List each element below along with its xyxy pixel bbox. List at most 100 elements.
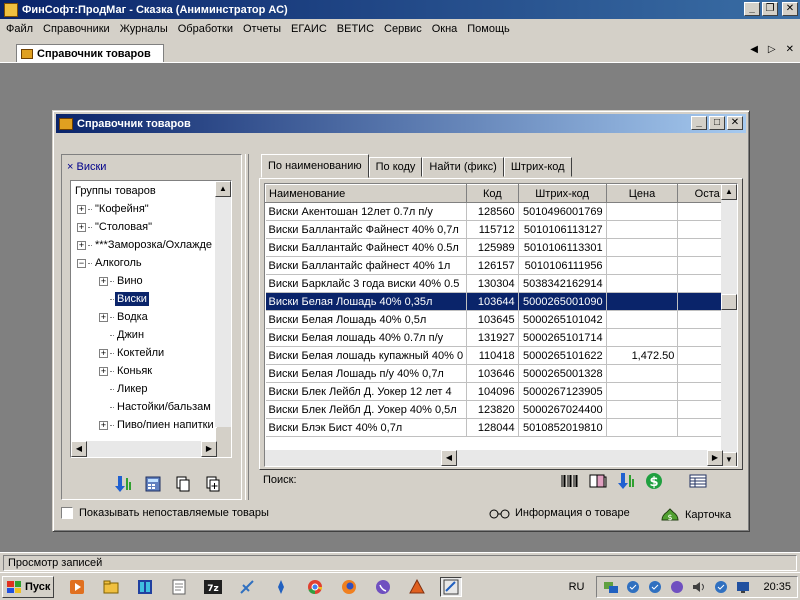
product-card-button[interactable]: $ Карточка — [661, 507, 731, 523]
menu-egais[interactable]: ЕГАИС — [287, 23, 333, 35]
network-icon[interactable] — [236, 577, 258, 597]
notepad-icon[interactable] — [168, 577, 190, 597]
media-player-icon[interactable] — [66, 577, 88, 597]
display-icon[interactable] — [735, 579, 751, 595]
table-row[interactable]: Виски Баллантайс Файнест 40% 0.5л 125989 5… — [265, 238, 737, 257]
security-shield-icon[interactable] — [625, 579, 641, 595]
menu-vetis[interactable]: ВЕТИС — [333, 23, 380, 35]
table-row[interactable]: Виски Блек Лейбл Д. Уокер 12 лет 4 104096… — [265, 382, 737, 401]
sort-down-icon[interactable] — [615, 470, 637, 492]
active-app-task-button[interactable] — [440, 577, 462, 597]
tree-node[interactable]: + Пиво/пиен напитки — [99, 416, 216, 434]
tab-next-icon[interactable]: ▷ — [768, 44, 776, 55]
grid-vertical-scrollbar[interactable]: ▲ ▼ — [721, 184, 737, 466]
update-icon[interactable] — [647, 579, 663, 595]
scroll-down-icon[interactable]: ▼ — [721, 452, 737, 466]
table-row[interactable]: Виски Белая Лошадь п/у 40% 0,7л 103646 500… — [265, 364, 737, 383]
expand-icon[interactable]: + — [99, 348, 108, 358]
viber-tray-icon[interactable] — [669, 579, 685, 595]
group-filter-label[interactable]: × Виски — [67, 161, 106, 173]
move-down-icon[interactable] — [112, 473, 134, 495]
expand-icon[interactable]: + — [77, 240, 86, 250]
tree-node[interactable]: − Алкоголь — [77, 254, 144, 272]
collapse-icon[interactable]: − — [77, 258, 86, 268]
col-price-header[interactable]: Цена — [605, 184, 679, 203]
menu-service[interactable]: Сервис — [380, 23, 428, 35]
expand-icon[interactable]: + — [77, 204, 86, 214]
col-name-header[interactable]: Наименование — [265, 184, 468, 203]
child-title-bar[interactable]: Справочник товаров _ □ ✕ — [56, 114, 746, 133]
child-close-button[interactable]: ✕ — [727, 116, 743, 130]
groups-tree[interactable]: Группы товаров + "Кофейня" + "Столовая" + ***З… — [70, 180, 232, 458]
grid-horizontal-scrollbar[interactable]: ◀ ▶ — [265, 450, 723, 466]
table-row[interactable]: Виски Белая лошадь 40% 0.7л п/у 131927 500… — [265, 328, 737, 347]
expand-icon[interactable]: + — [77, 222, 86, 232]
chrome-icon[interactable] — [304, 577, 326, 597]
price-icon[interactable]: $ — [643, 470, 665, 492]
menu-reports[interactable]: Отчеты — [239, 23, 287, 35]
scroll-thumb[interactable] — [721, 294, 737, 310]
tree-horizontal-scrollbar[interactable]: ◀ ▶ — [71, 441, 217, 457]
table-row[interactable]: Виски Барклайс 3 года виски 40% 0.5 13030… — [265, 274, 737, 293]
product-info-button[interactable]: Информация о товаре — [489, 507, 630, 519]
tree-node[interactable]: Виски — [99, 290, 149, 308]
app-shortcut-icon[interactable] — [406, 577, 428, 597]
tab-by-code[interactable]: По коду — [368, 157, 423, 177]
restore-button[interactable]: ❐ — [762, 2, 778, 16]
tree-node[interactable]: + Коктейли — [99, 344, 166, 362]
7zip-icon[interactable]: 7z — [202, 577, 224, 597]
show-unsupplied-checkbox[interactable] — [61, 507, 73, 519]
columns-settings-icon[interactable] — [687, 470, 709, 492]
tree-node[interactable]: Группы товаров — [73, 182, 158, 200]
scroll-right-icon[interactable]: ▶ — [707, 450, 723, 466]
col-barcode-header[interactable]: Штрих-код — [517, 184, 607, 203]
calculator-icon[interactable] — [142, 473, 164, 495]
expand-icon[interactable]: + — [99, 420, 108, 430]
start-button[interactable]: Пуск — [2, 576, 54, 598]
name-col-scroll-left-icon[interactable]: ◀ — [441, 450, 457, 466]
menu-help[interactable]: Помощь — [463, 23, 516, 35]
doc-tab-products[interactable]: Справочник товаров — [16, 44, 164, 62]
antivirus-icon[interactable] — [713, 579, 729, 595]
tab-close-icon[interactable]: ✕ — [786, 44, 794, 55]
panel-splitter[interactable] — [245, 154, 249, 500]
tree-node[interactable]: + "Столовая" — [77, 218, 154, 236]
table-row[interactable]: Виски Белая Лошадь 40% 0,5л 103645 5000265… — [265, 310, 737, 329]
keyboard-language[interactable]: RU — [569, 581, 585, 593]
tree-node[interactable]: + Коньяк — [99, 362, 154, 380]
close-button[interactable]: ✕ — [782, 2, 798, 16]
tab-by-name[interactable]: По наименованию — [261, 154, 369, 178]
viber-icon[interactable] — [372, 577, 394, 597]
tab-barcode[interactable]: Штрих-код — [503, 157, 572, 177]
tree-node[interactable]: + ***Заморозка/Охлажде — [77, 236, 214, 254]
scroll-up-icon[interactable]: ▲ — [215, 181, 231, 197]
child-minimize-button[interactable]: _ — [691, 116, 707, 130]
tree-node[interactable]: Ликер — [99, 380, 150, 398]
menu-references[interactable]: Справочники — [39, 23, 116, 35]
menu-journals[interactable]: Журналы — [116, 23, 174, 35]
tree-node[interactable]: Джин — [99, 326, 146, 344]
minimize-button[interactable]: _ — [744, 2, 760, 16]
tab-prev-icon[interactable]: ◀ — [750, 44, 758, 55]
table-row[interactable]: Виски Акентошан 12лет 0.7л п/у 128560 5010… — [265, 202, 737, 221]
tree-node[interactable]: + "Кофейня" — [77, 200, 151, 218]
table-row[interactable]: Виски Блэк Бист 40% 0,7л 128044 5010852019… — [265, 418, 737, 437]
tool-icon[interactable] — [270, 577, 292, 597]
scroll-up-icon[interactable]: ▲ — [721, 184, 737, 200]
volume-icon[interactable] — [691, 579, 707, 595]
scroll-left-icon[interactable]: ◀ — [71, 441, 87, 457]
expand-icon[interactable]: + — [99, 276, 108, 286]
table-row[interactable]: Виски Блек Лейбл Д. Уокер 40% 0,5л 123820… — [265, 400, 737, 419]
table-row[interactable]: Виски Белая Лошадь 40% 0,35л 103644 500026… — [265, 292, 737, 311]
col-code-header[interactable]: Код — [466, 184, 519, 203]
copy-icon[interactable] — [172, 473, 194, 495]
network-status-icon[interactable] — [603, 579, 619, 595]
app-title-bar[interactable]: ФинСофт:ПродМаг - Сказка (Аниминстратор … — [0, 0, 800, 19]
table-row[interactable]: Виски Баллантайс Файнест 40% 0,7л 115712 5… — [265, 220, 737, 239]
barcode-icon[interactable] — [559, 470, 581, 492]
products-grid[interactable]: Наименование Код Штрих-код Цена Оста Вис… — [264, 183, 738, 467]
tree-node[interactable]: + Вино — [99, 272, 145, 290]
book-icon[interactable] — [587, 470, 609, 492]
menu-windows[interactable]: Окна — [428, 23, 464, 35]
explorer-icon[interactable] — [100, 577, 122, 597]
